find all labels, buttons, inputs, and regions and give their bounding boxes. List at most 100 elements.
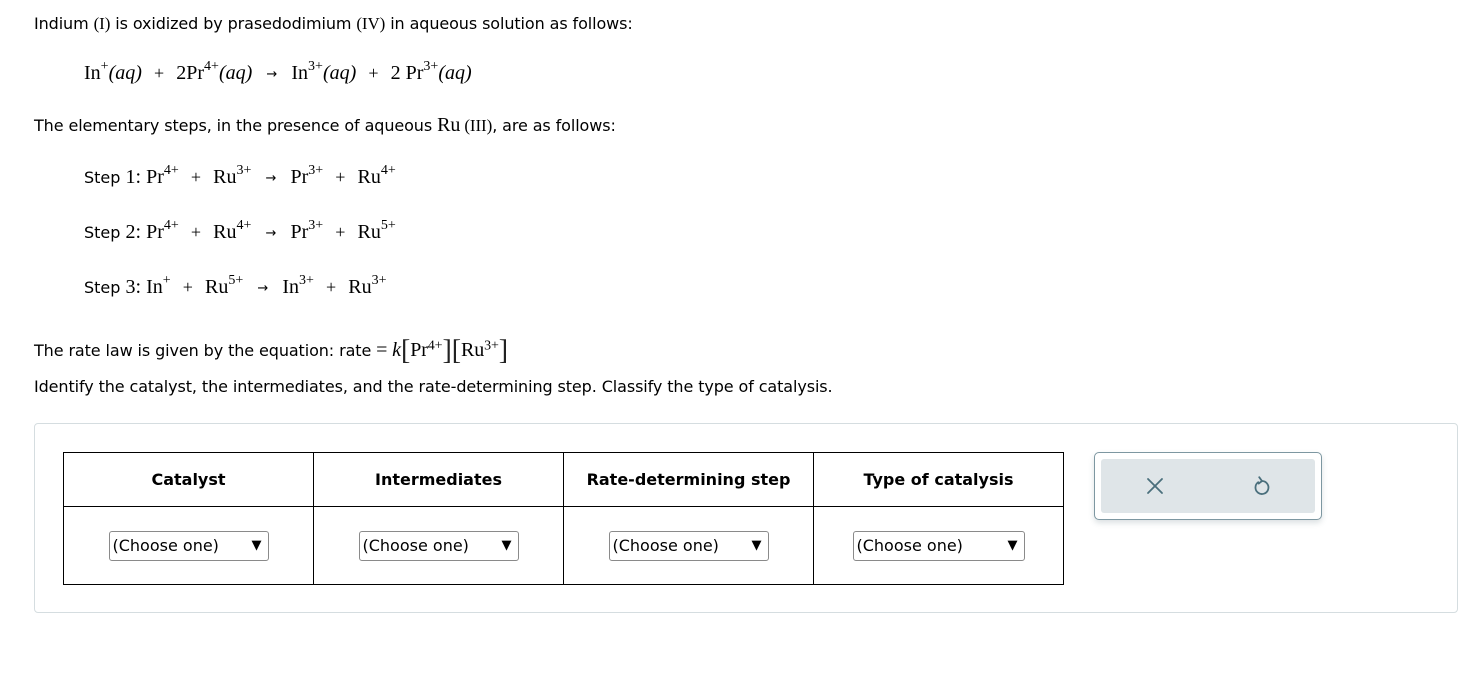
product-species: Ru	[357, 166, 381, 188]
close-icon	[1147, 478, 1163, 494]
intermediates-cell: (Choose one) ▼	[313, 506, 564, 585]
product-species: Pr	[405, 62, 424, 84]
reactant-species: Ru	[213, 221, 237, 243]
dropdown-caret-icon: ▼	[251, 538, 262, 553]
dropdown-caret-icon: ▼	[751, 538, 762, 553]
step-2: Step 2: Pr4+ + Ru4+ → Pr3+ + Ru5+	[84, 217, 396, 244]
type-of-catalysis-cell: (Choose one) ▼	[813, 506, 1064, 585]
rate-species: Ru	[460, 339, 485, 361]
rate-species: Pr	[410, 339, 428, 361]
right-bracket: ]	[498, 335, 509, 366]
step-number: 3	[125, 276, 136, 298]
reactant-species: In	[84, 62, 101, 84]
type-of-catalysis-select[interactable]: (Choose one) ▼	[852, 530, 1025, 561]
step-colon: :	[135, 276, 147, 298]
charge: 4+	[163, 162, 179, 178]
product-species: In	[291, 62, 309, 84]
charge: 3+	[371, 272, 387, 288]
answer-table: Catalyst Intermediates Rate-determining …	[63, 452, 1064, 585]
reaction-arrow-icon: →	[265, 226, 277, 241]
state: (aq)	[322, 62, 357, 84]
rate-law-prefix: The rate law is given by the equation: r…	[34, 341, 372, 360]
state: (aq)	[218, 62, 253, 84]
catalyst-select[interactable]: (Choose one) ▼	[108, 530, 269, 561]
reactant-species: Pr	[146, 166, 164, 188]
intro-part: , are as follows:	[492, 116, 616, 135]
overall-reaction: In+(aq) + 2Pr4+(aq) → In3+(aq) + 2 Pr3+(…	[84, 58, 472, 85]
reactant-species: Ru	[213, 166, 237, 188]
actions-background	[1101, 459, 1315, 513]
plus-sign: +	[154, 63, 165, 83]
select-value: (Choose one)	[612, 536, 719, 555]
charge: 3+	[299, 272, 314, 288]
product-species: Ru	[357, 221, 381, 243]
answer-row: (Choose one) ▼ (Choose one) ▼ (Choose on…	[63, 506, 1064, 585]
dropdown-caret-icon: ▼	[1007, 538, 1018, 553]
reactant-species: Ru	[205, 276, 229, 298]
plus-sign: +	[335, 167, 346, 187]
reactant-species: In	[146, 276, 163, 298]
answer-actions	[1094, 452, 1322, 520]
intro-part: is oxidized by prasedodimium	[110, 14, 357, 33]
plus-sign: +	[326, 277, 337, 297]
select-value: (Choose one)	[112, 536, 219, 555]
reset-button[interactable]	[1232, 459, 1292, 513]
reaction-arrow-icon: →	[265, 171, 277, 186]
step-number: 2	[125, 221, 136, 243]
intro-part: in aqueous solution as follows:	[385, 14, 633, 33]
header-row: Catalyst Intermediates Rate-determining …	[63, 452, 1064, 507]
charge: 3+	[308, 217, 324, 233]
state: (aq)	[108, 62, 142, 84]
step-3: Step 3: In+ + Ru5+ → In3+ + Ru3+	[84, 272, 387, 299]
product-species: In	[282, 276, 300, 298]
step-label: Step	[84, 168, 126, 187]
charge: 3+	[484, 338, 499, 354]
rate-determining-step-cell: (Choose one) ▼	[563, 506, 814, 585]
rate-law: The rate law is given by the equation: r…	[34, 332, 509, 366]
header-type-of-catalysis: Type of catalysis	[813, 452, 1064, 507]
state: (aq)	[438, 62, 472, 84]
charge: 3+	[423, 58, 439, 74]
plus-sign: +	[182, 277, 193, 297]
intro-part: The elementary steps, in the presence of…	[34, 116, 438, 135]
charge: 4+	[380, 162, 396, 178]
select-value: (Choose one)	[856, 536, 963, 555]
charge: 4+	[163, 217, 179, 233]
charge: +	[162, 272, 171, 288]
left-bracket: [	[451, 335, 461, 366]
reactant-species: Pr	[186, 62, 205, 84]
plus-sign: +	[335, 222, 346, 242]
clear-button[interactable]	[1125, 459, 1185, 513]
reaction-arrow-icon: →	[257, 281, 269, 296]
roman-numeral-four: (IV)	[356, 14, 386, 33]
step-colon: :	[135, 166, 147, 188]
rate-determining-step-select[interactable]: (Choose one) ▼	[608, 530, 769, 561]
plus-sign: +	[190, 167, 202, 187]
step-1: Step 1: Pr4+ + Ru3+ → Pr3+ + Ru4+	[84, 162, 396, 189]
plus-sign: +	[368, 63, 379, 83]
step-number: 1	[125, 166, 136, 188]
undo-icon	[1254, 476, 1270, 495]
charge: +	[100, 58, 109, 74]
plus-sign: +	[190, 222, 202, 242]
charge: 4+	[427, 338, 443, 354]
intermediates-select[interactable]: (Choose one) ▼	[358, 530, 519, 561]
roman-numeral-one: (I)	[93, 14, 111, 33]
charge: 5+	[228, 272, 244, 288]
step-label: Step	[84, 278, 126, 297]
header-catalyst: Catalyst	[63, 452, 314, 507]
reaction-arrow-icon: →	[266, 67, 278, 82]
coefficient: 2	[390, 62, 406, 84]
product-species: Pr	[290, 221, 309, 243]
product-species: Pr	[290, 166, 309, 188]
charge: 3+	[308, 162, 324, 178]
dropdown-caret-icon: ▼	[501, 538, 512, 553]
header-rate-determining-step: Rate-determining step	[563, 452, 814, 507]
product-species: Ru	[348, 276, 372, 298]
rate-constant: k	[392, 339, 401, 361]
charge: 4+	[204, 58, 219, 74]
equals-sign: =	[371, 339, 393, 361]
intro-text: Indium (I) is oxidized by prasedodimium …	[34, 14, 633, 34]
reactant-species: Pr	[146, 221, 164, 243]
roman-numeral-three: (III)	[460, 116, 493, 135]
